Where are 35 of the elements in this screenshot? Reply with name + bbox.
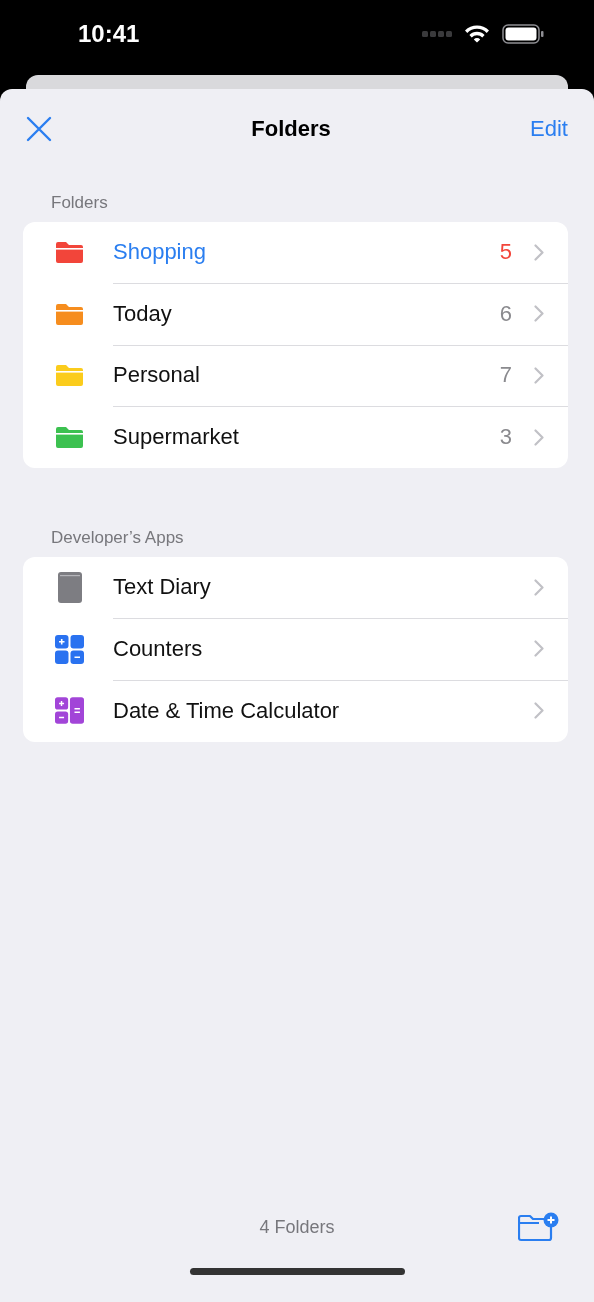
section-header: Developer’s Apps [50, 527, 185, 549]
folder-row[interactable]: Shopping 5 [23, 222, 568, 284]
folder-count: 6 [499, 300, 512, 327]
nav-title: Folders [251, 116, 331, 142]
new-folder-button[interactable] [518, 1212, 560, 1242]
signal-icon [422, 30, 452, 37]
folder-row[interactable]: Personal 7 [23, 345, 568, 407]
close-button[interactable] [26, 116, 52, 142]
app-name: Text Diary [113, 574, 212, 601]
wifi-icon [464, 24, 490, 43]
folder-name: Personal [113, 362, 201, 389]
folder-count: 7 [499, 362, 512, 389]
app-name: Date & Time Calculator [113, 697, 341, 724]
chevron-icon [534, 305, 544, 323]
folder-count: 3 [499, 424, 512, 451]
app-row[interactable]: Text Diary [23, 557, 568, 619]
battery-icon [502, 23, 544, 44]
folder-name: Today [113, 300, 173, 327]
chevron-icon [534, 640, 544, 658]
chevron-icon [534, 578, 544, 596]
chevron-icon [534, 428, 544, 446]
folder-count-summary: 4 Folders [259, 1216, 335, 1238]
app-row[interactable]: Date & Time Calculator [23, 680, 568, 742]
app-name: Counters [113, 635, 204, 662]
folder-name: Shopping [113, 239, 207, 266]
chevron-icon [534, 366, 544, 384]
chevron-icon [534, 702, 544, 720]
folder-row[interactable]: Supermarket 3 [23, 406, 568, 468]
status-time: 10:41 [78, 19, 140, 48]
folder-row[interactable]: Today 6 [23, 283, 568, 345]
folder-name: Supermarket [113, 424, 240, 451]
chevron-icon [534, 243, 544, 261]
section-header: Folders [50, 192, 109, 214]
folder-count: 5 [499, 239, 512, 266]
app-row[interactable]: Counters [23, 618, 568, 680]
